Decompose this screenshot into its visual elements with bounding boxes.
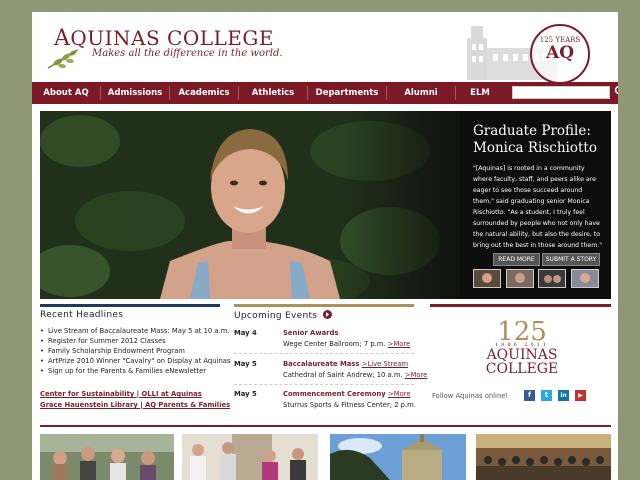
nav-item-athletics[interactable]: Athletics xyxy=(239,82,307,104)
search-icon[interactable] xyxy=(614,85,618,99)
headlines-rule xyxy=(40,304,220,307)
gallery-photo-people[interactable] xyxy=(182,434,318,480)
event-location: Cathedral of Saint Andrew; 10 a.m. >More xyxy=(283,371,427,379)
link-olli[interactable]: OLLI at Aquinas xyxy=(142,390,202,398)
search-input[interactable] xyxy=(512,86,610,99)
nav-item-departments[interactable]: Departments xyxy=(308,82,386,104)
gallery-photo-congregation[interactable] xyxy=(476,434,611,480)
youtube-icon[interactable]: ▶ xyxy=(575,390,586,401)
event-location-text: Cathedral of Saint Andrew; 10 a.m. xyxy=(283,371,403,379)
anniversary-logo[interactable]: 125 1886 2011 AQUINAS COLLEGE xyxy=(482,318,562,376)
link-separator: | xyxy=(136,390,140,398)
event-title-text: Baccalaureate Mass xyxy=(283,360,360,368)
read-more-button[interactable]: READ MORE xyxy=(493,253,540,266)
link-sustainability[interactable]: Center for Sustainability xyxy=(40,390,134,398)
link-parents[interactable]: AQ Parents & Families xyxy=(145,401,230,409)
events-rule xyxy=(234,304,414,307)
quick-links-row-2: Grace Hauenstein Library | AQ Parents & … xyxy=(40,401,230,409)
link-separator: | xyxy=(140,401,143,409)
event-location-text: Wege Center Ballroom; 7 p.m. xyxy=(283,340,386,348)
tagline: Makes all the difference in the world. xyxy=(92,48,283,59)
quick-links-row-1: Center for Sustainability | OLLI at Aqui… xyxy=(40,390,202,398)
nav-item-elm[interactable]: ELM xyxy=(456,82,504,104)
nav-item-academics[interactable]: Academics xyxy=(170,82,238,104)
gallery-photo-students[interactable] xyxy=(40,434,174,480)
event-title-text: Commencement Ceremony xyxy=(283,390,386,398)
follow-online-text: Follow Aquinas online! xyxy=(432,392,509,400)
hero-thumbnail[interactable] xyxy=(538,269,566,288)
gallery-photo-church[interactable] xyxy=(330,434,466,480)
arrow-right-icon[interactable] xyxy=(323,310,333,319)
bottom-rule xyxy=(40,425,611,427)
college-name-initial: A xyxy=(54,26,71,51)
headline-item[interactable]: Register for Summer 2012 Classes xyxy=(40,336,220,346)
event-more-link[interactable]: >More xyxy=(405,371,428,379)
event-date: May 4 xyxy=(234,329,257,337)
headline-item[interactable]: Family Scholarship Endowment Program xyxy=(40,346,220,356)
college-name-rest: QUINAS COLLEGE xyxy=(70,26,274,50)
site-header: AQUINAS COLLEGE Makes all the difference… xyxy=(32,12,618,84)
event-more-link[interactable]: >More xyxy=(388,390,411,398)
linkedin-icon[interactable]: in xyxy=(558,390,569,401)
event-divider xyxy=(234,353,414,355)
events-heading: Upcoming Events xyxy=(234,310,333,321)
event-location: Sturrus Sports & Fitness Center; 2 p.m. xyxy=(283,401,416,409)
anniversary-college: COLLEGE xyxy=(485,361,559,377)
hero-title: Graduate Profile: Monica Rischiotto xyxy=(473,123,597,156)
event-title[interactable]: Baccalaureate Mass >Live Stream xyxy=(283,360,408,368)
hero-fade xyxy=(340,111,480,299)
hero-thumbnail[interactable] xyxy=(473,269,501,288)
nav-item-alumni[interactable]: Alumni xyxy=(387,82,455,104)
event-location: Wege Center Ballroom; 7 p.m. >More xyxy=(283,340,410,348)
hero-thumbnail[interactable] xyxy=(571,269,599,288)
sidebar-rule xyxy=(430,304,611,307)
headlines-heading: Recent Headlines xyxy=(40,310,124,320)
live-stream-link[interactable]: >Live Stream xyxy=(362,360,408,368)
event-title-text: Senior Awards xyxy=(283,329,339,337)
nav-item-about[interactable]: About AQ xyxy=(32,82,100,104)
facebook-icon[interactable]: f xyxy=(524,390,535,401)
event-date: May 5 xyxy=(234,390,257,398)
hero-quote: "[Aquinas] is rooted in a community wher… xyxy=(473,165,603,249)
headlines-list: Live Stream of Baccalaureate Mass: May 5… xyxy=(40,326,230,376)
submit-story-button[interactable]: SUBMIT A STORY xyxy=(542,253,600,266)
headline-item[interactable]: Live Stream of Baccalaureate Mass: May 5… xyxy=(40,326,230,336)
headline-item[interactable]: ArtPrize 2010 Winner "Cavalry" on Displa… xyxy=(40,356,230,366)
event-divider xyxy=(234,384,414,386)
anniversary-aquinas: AQUINAS xyxy=(486,347,558,363)
twitter-icon[interactable]: t xyxy=(541,390,552,401)
link-library[interactable]: Grace Hauenstein Library xyxy=(40,401,138,409)
event-more-link[interactable]: >More xyxy=(388,340,411,348)
hero-thumbnail[interactable] xyxy=(506,269,534,288)
event-location-text: Sturrus Sports & Fitness Center; 2 p.m. xyxy=(283,401,416,409)
seal-initials: AQ xyxy=(546,43,574,63)
event-title[interactable]: Senior Awards xyxy=(283,329,338,337)
page: AQUINAS COLLEGE Makes all the difference… xyxy=(32,12,618,480)
nav-item-admissions[interactable]: Admissions xyxy=(101,82,169,104)
main-nav: About AQ Admissions Academics Athletics … xyxy=(32,82,618,104)
events-heading-text: Upcoming Events xyxy=(234,311,318,321)
anniversary-seal: 125 YEARS AQ xyxy=(530,24,590,84)
hero-feature: Graduate Profile: Monica Rischiotto "[Aq… xyxy=(40,111,611,299)
headline-item[interactable]: Sign up for the Parents & Families eNews… xyxy=(40,366,220,376)
event-title[interactable]: Commencement Ceremony >More xyxy=(283,390,411,398)
event-date: May 5 xyxy=(234,360,257,368)
